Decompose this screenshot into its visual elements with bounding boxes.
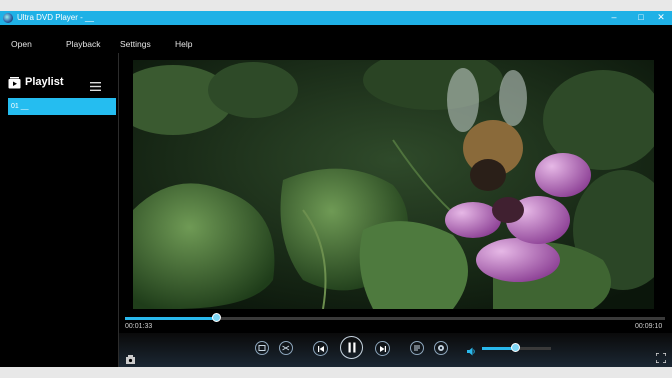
playlist-item[interactable]: 01 __ [8, 98, 116, 115]
video-frame[interactable] [133, 60, 654, 309]
menu-open[interactable]: Open [11, 25, 32, 53]
menu-icon[interactable] [90, 78, 101, 96]
menu-bar: Open Playback Settings Help [0, 25, 672, 53]
seek-bar-progress [125, 317, 217, 320]
loop-icon[interactable] [255, 341, 269, 355]
previous-icon[interactable] [313, 341, 328, 356]
playlist-toggle-icon[interactable] [410, 341, 424, 355]
current-time: 00:01:33 [125, 323, 153, 330]
top-border [0, 0, 672, 11]
playlist-title: Playlist [25, 76, 64, 88]
menu-help[interactable]: Help [175, 25, 192, 53]
playlist-item-label: 01 __ [11, 103, 29, 110]
maximize-icon[interactable]: □ [630, 11, 652, 25]
menu-playback[interactable]: Playback [66, 25, 101, 53]
app-icon [3, 13, 13, 23]
playlist-icon [8, 76, 21, 94]
shuffle-icon[interactable] [279, 341, 293, 355]
menu-settings[interactable]: Settings [120, 25, 151, 53]
title-bar[interactable]: Ultra DVD Player - __ – □ ✕ [0, 11, 672, 25]
close-icon[interactable]: ✕ [650, 11, 672, 25]
volume-slider-thumb[interactable] [510, 343, 520, 352]
fullscreen-icon[interactable] [655, 350, 667, 368]
window-title: Ultra DVD Player - __ [17, 13, 94, 22]
total-time: 00:09:10 [635, 323, 663, 330]
settings-icon[interactable] [434, 341, 448, 355]
pause-icon[interactable] [340, 336, 363, 359]
control-bar [119, 333, 672, 367]
minimize-icon[interactable]: – [603, 11, 625, 25]
volume-icon[interactable] [467, 343, 476, 361]
bottom-border [0, 367, 672, 378]
next-icon[interactable] [375, 341, 390, 356]
